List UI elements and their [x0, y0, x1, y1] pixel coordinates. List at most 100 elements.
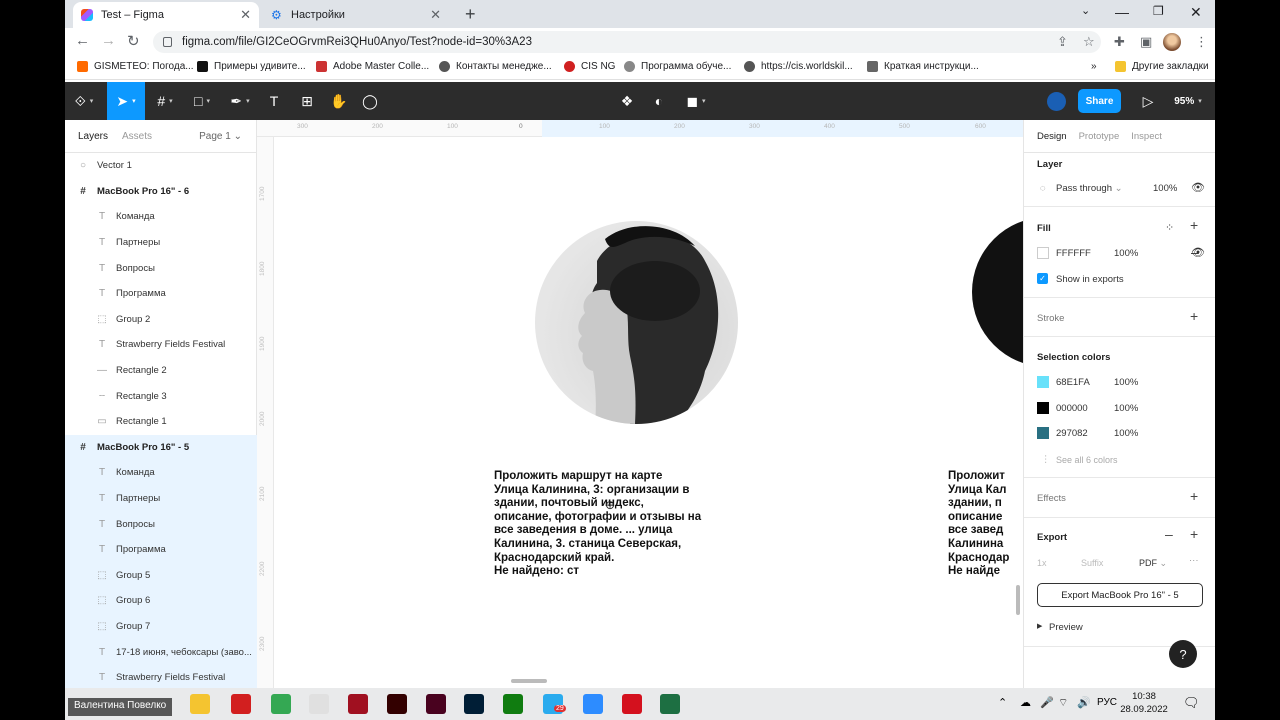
tab-assets[interactable]: Assets	[122, 131, 152, 142]
bookmark-item[interactable]: Краткая инструкци...	[867, 61, 979, 72]
share-button[interactable]: Share	[1078, 89, 1121, 113]
bookmark-star-icon[interactable]: ☆	[1083, 34, 1095, 50]
bookmark-item[interactable]: Adobe Master Colle...	[316, 61, 429, 72]
layer-item[interactable]: # MacBook Pro 16" - 5	[65, 434, 257, 461]
layer-item[interactable]: T Партнеры	[65, 230, 257, 256]
add-fill-icon[interactable]: +	[1190, 217, 1198, 233]
layer-item[interactable]: ⬚ Group 2	[65, 307, 257, 333]
microphone-icon[interactable]: 🎤	[1040, 696, 1054, 709]
fill-color-swatch[interactable]	[1037, 247, 1049, 259]
layer-opacity[interactable]: 100%	[1153, 183, 1177, 194]
export-suffix-input[interactable]: Suffix	[1081, 558, 1103, 568]
frame-tool-button[interactable]: # ▾	[150, 82, 180, 120]
minimize-icon[interactable]: —	[1115, 4, 1129, 20]
add-effect-icon[interactable]: +	[1190, 488, 1198, 504]
tab-layers[interactable]: Layers	[78, 131, 108, 142]
side-panel-icon[interactable]: ▣	[1140, 34, 1152, 50]
selection-color-swatch[interactable]	[1037, 376, 1049, 388]
selection-color-opacity[interactable]: 100%	[1114, 377, 1138, 388]
language-indicator[interactable]: РУС	[1097, 697, 1117, 708]
layer-item[interactable]: ⬚ Group 6	[65, 588, 257, 614]
restore-icon[interactable]: ❐	[1153, 4, 1164, 18]
tab-inspect[interactable]: Inspect	[1131, 131, 1162, 142]
share-page-icon[interactable]: ⇪	[1057, 34, 1068, 50]
export-scale[interactable]: 1x	[1037, 558, 1047, 568]
wifi-icon[interactable]: ⌔	[1058, 696, 1068, 710]
tab-figma[interactable]: Test – Figma ✕	[73, 2, 259, 28]
bookmark-item[interactable]: GISMETEO: Погода...	[77, 61, 194, 72]
layer-item[interactable]: T Команда	[65, 204, 257, 230]
close-window-icon[interactable]: ✕	[1190, 4, 1202, 21]
vpn-icon[interactable]	[309, 694, 329, 714]
chrome-icon[interactable]	[271, 694, 291, 714]
layer-item[interactable]: T 17-18 июня, чебоксары (заво...	[65, 639, 257, 665]
selection-color-hex[interactable]: 297082	[1056, 428, 1088, 439]
tab-search-icon[interactable]: ⌄	[1081, 4, 1090, 17]
close-tab-icon[interactable]: ✕	[240, 7, 251, 23]
bookmark-item[interactable]: Программа обуче...	[624, 61, 731, 72]
address-text[interactable]: Проложить маршрут на карте Улица Калинин…	[494, 470, 701, 579]
forward-icon[interactable]: →	[101, 32, 116, 49]
component-button[interactable]: ❖	[615, 82, 639, 120]
reload-icon[interactable]: ↻	[127, 32, 140, 50]
layer-item[interactable]: T Партнеры	[65, 485, 257, 512]
clock[interactable]: 10:38 28.09.2022	[1119, 690, 1169, 716]
volume-icon[interactable]: 🔊	[1077, 696, 1091, 709]
fill-opacity[interactable]: 100%	[1114, 248, 1138, 259]
show-in-exports-checkbox[interactable]: ✓	[1037, 273, 1048, 284]
shape-tool-button[interactable]: □ ▾	[187, 82, 217, 120]
acrobat-icon[interactable]	[622, 694, 642, 714]
blend-mode-dropdown[interactable]: Pass through ⌄	[1056, 183, 1123, 194]
zoom-icon[interactable]	[583, 694, 603, 714]
pen-tool-button[interactable]: ✒ ▾	[225, 82, 255, 120]
close-tab-icon[interactable]: ✕	[430, 7, 441, 23]
address-text-cut[interactable]: Проложит Улица Кал здании, п описание вс…	[948, 470, 1009, 579]
add-stroke-icon[interactable]: +	[1190, 308, 1198, 324]
notifications-icon[interactable]: 🗨	[1183, 695, 1200, 711]
eye-icon[interactable]: 👁	[1191, 181, 1205, 194]
add-export-icon[interactable]: +	[1190, 526, 1198, 542]
tab-design[interactable]: Design	[1037, 131, 1067, 142]
layer-item[interactable]: # MacBook Pro 16" - 6	[65, 179, 257, 205]
caret-right-icon[interactable]: ▶	[1037, 622, 1042, 630]
layer-item[interactable]: T Вопросы	[65, 255, 257, 281]
export-button[interactable]: Export MacBook Pro 16" - 5	[1037, 583, 1203, 607]
tab-prototype[interactable]: Prototype	[1079, 131, 1120, 142]
tab-settings[interactable]: ⚙ Настройки ✕	[263, 2, 449, 28]
layer-item[interactable]: ▭ Rectangle 1	[65, 409, 257, 435]
selection-color-opacity[interactable]: 100%	[1114, 428, 1138, 439]
vertical-scrollbar[interactable]	[1016, 585, 1020, 615]
move-tool-button[interactable]: ➤ ▾	[107, 82, 145, 120]
extensions-icon[interactable]: ✚	[1114, 34, 1125, 50]
resources-button[interactable]: ⊞	[295, 82, 319, 120]
remove-fill-icon[interactable]: –	[1191, 244, 1199, 260]
zoom-dropdown[interactable]: 95% ▾	[1168, 82, 1208, 120]
new-tab-icon[interactable]: +	[465, 4, 476, 25]
horizontal-scrollbar[interactable]	[511, 679, 547, 683]
portrait-image[interactable]	[535, 221, 738, 424]
illustrator-icon[interactable]	[387, 694, 407, 714]
photoshop-icon[interactable]	[464, 694, 484, 714]
selection-color-swatch[interactable]	[1037, 427, 1049, 439]
layer-item[interactable]: T Вопросы	[65, 511, 257, 537]
selection-color-opacity[interactable]: 100%	[1114, 403, 1138, 414]
export-format-dropdown[interactable]: PDF ⌄	[1139, 558, 1167, 569]
app-red-icon[interactable]	[348, 694, 368, 714]
cloud-icon[interactable]: ☁	[1020, 696, 1031, 709]
layer-item[interactable]: T Программа	[65, 281, 257, 307]
excel-icon[interactable]	[660, 694, 680, 714]
present-button[interactable]: ▷	[1136, 82, 1160, 120]
boolean-button[interactable]: ◼ ▾	[679, 82, 713, 120]
layer-item[interactable]: T Strawberry Fields Festival	[65, 665, 257, 688]
layer-item[interactable]: ┄ Rectangle 3	[65, 383, 257, 409]
fill-hex[interactable]: FFFFFF	[1056, 248, 1091, 259]
remove-export-icon[interactable]: –	[1165, 526, 1173, 542]
menu-dots-icon[interactable]: ⋮	[1195, 34, 1208, 50]
layer-item[interactable]: — Rectangle 2	[65, 358, 257, 384]
layer-item[interactable]: ⬚ Group 7	[65, 613, 257, 640]
layer-item[interactable]: T Команда	[65, 460, 257, 486]
more-bookmarks-icon[interactable]: »	[1091, 61, 1097, 72]
profile-avatar[interactable]	[1163, 33, 1181, 51]
export-preview-toggle[interactable]: Preview	[1049, 622, 1083, 633]
address-bar[interactable]: figma.com/file/GI2CeOGrvmRei3QHu0Anyo/Te…	[153, 31, 1101, 53]
